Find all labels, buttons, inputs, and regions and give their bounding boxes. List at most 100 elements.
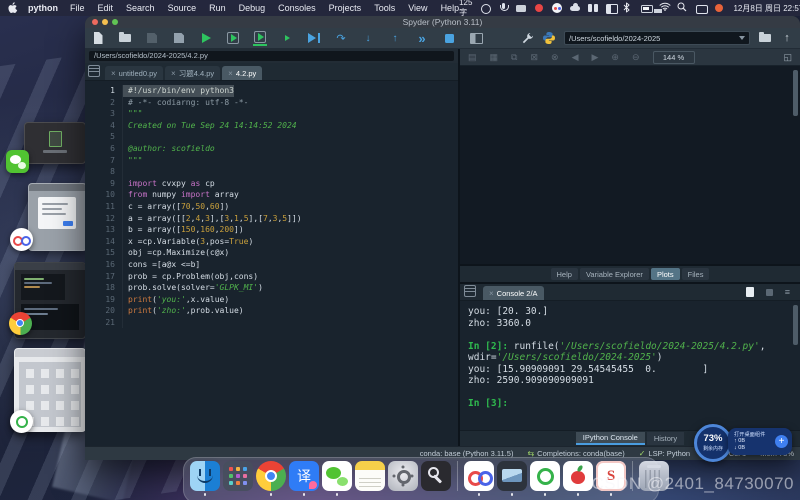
new-file-icon[interactable] <box>91 31 105 45</box>
menu-item-search[interactable]: Search <box>126 3 155 13</box>
copy-plot-icon[interactable]: ⧉ <box>511 53 517 62</box>
close-icon[interactable]: × <box>171 69 176 78</box>
tab-ipython-console[interactable]: IPython Console <box>576 432 645 445</box>
dock-chrome[interactable] <box>256 461 286 496</box>
search-icon[interactable] <box>677 2 690 14</box>
wifi-icon[interactable] <box>659 2 672 14</box>
browse-tabs-icon[interactable] <box>88 65 100 77</box>
menu-item-debug[interactable]: Debug <box>239 3 266 13</box>
dock-keychain[interactable] <box>421 461 451 496</box>
close-icon[interactable]: × <box>111 69 116 78</box>
memory-gauge[interactable]: 73% 剩余内存 <box>694 424 732 462</box>
tab-console-2a[interactable]: × Console 2/A <box>483 286 544 300</box>
bluetooth-icon[interactable] <box>623 2 636 14</box>
dock-apple-red[interactable] <box>563 461 593 496</box>
step-out-icon[interactable] <box>388 31 402 45</box>
menubar-clock[interactable]: 12月8日 周日 22:57 <box>733 3 800 14</box>
menu-item-file[interactable]: File <box>70 3 85 13</box>
menu-item-edit[interactable]: Edit <box>98 3 114 13</box>
step-into-icon[interactable] <box>361 31 375 45</box>
dock-settings[interactable] <box>388 461 418 496</box>
dock-translate[interactable] <box>289 461 319 496</box>
run-cell-icon[interactable] <box>226 31 240 45</box>
wechat-icon[interactable] <box>6 150 29 173</box>
widget-panel[interactable]: 打开桌面组件 ↑ 0B↓ 0B + <box>728 428 792 455</box>
tools-wrench-icon[interactable] <box>520 31 534 45</box>
stop-icon[interactable] <box>442 31 456 45</box>
save-icon[interactable] <box>145 31 159 45</box>
dock-knot[interactable] <box>464 461 494 496</box>
tab-files[interactable]: Files <box>682 268 710 280</box>
dock-screenshot[interactable] <box>497 461 527 496</box>
tab-plots[interactable]: Plots <box>651 268 680 280</box>
parent-directory-icon[interactable] <box>780 31 794 45</box>
next-plot-icon[interactable]: ▶ <box>591 53 598 62</box>
plot-zoom-level[interactable]: 144 % <box>653 51 695 64</box>
run-cell-advance-icon[interactable] <box>253 30 267 46</box>
console-scrollbar[interactable] <box>793 305 798 345</box>
save-all-plots-icon[interactable]: ▦ <box>490 53 499 62</box>
browse-tabs-icon[interactable] <box>464 285 476 297</box>
menu-item-source[interactable]: Source <box>168 3 197 13</box>
battery-icon[interactable] <box>641 2 654 14</box>
apple-menu[interactable] <box>8 2 18 14</box>
dock-launchpad[interactable] <box>223 461 253 496</box>
input-flag-icon[interactable] <box>713 2 726 14</box>
preview-wechat-window[interactable] <box>24 122 86 164</box>
console-options-icon[interactable]: ≡ <box>785 288 790 297</box>
knot-app-icon[interactable] <box>10 228 33 251</box>
menu-item-projects[interactable]: Projects <box>329 3 362 13</box>
knot-icon[interactable] <box>551 2 564 14</box>
keyboard-icon[interactable] <box>515 2 528 14</box>
remove-all-plots-icon[interactable]: ⊗ <box>551 53 559 62</box>
chrome-icon[interactable] <box>9 312 32 335</box>
console-env-icon[interactable] <box>766 289 773 296</box>
menu-item-run[interactable]: Run <box>209 3 226 13</box>
display-icon[interactable] <box>695 2 708 14</box>
zoom-out-icon[interactable]: ⊖ <box>632 53 640 62</box>
browse-directory-icon[interactable] <box>758 31 772 45</box>
interrupt-kernel-icon[interactable] <box>746 287 754 297</box>
dock-finder[interactable] <box>190 461 220 496</box>
tab-history[interactable]: History <box>647 432 684 445</box>
fit-plot-icon[interactable]: ◱ <box>783 53 792 62</box>
menu-item-help[interactable]: Help <box>441 3 460 13</box>
continue-icon[interactable] <box>415 31 429 45</box>
step-over-icon[interactable] <box>334 31 348 45</box>
tab--4-4-py[interactable]: ×习题4.4.py <box>165 66 220 80</box>
dock-green-ring[interactable] <box>530 461 560 496</box>
cloud-icon[interactable] <box>569 2 582 14</box>
working-directory-select[interactable]: /Users/scofieldo/2024-2025 <box>564 31 750 45</box>
save-all-icon[interactable] <box>172 31 186 45</box>
menu-item-view[interactable]: View <box>408 3 427 13</box>
close-icon[interactable]: × <box>489 289 494 298</box>
zoom-in-icon[interactable]: ⊕ <box>611 53 619 62</box>
close-icon[interactable]: × <box>228 69 233 78</box>
code-editor[interactable]: 1#!/usr/bin/env python32# -*- codiarng: … <box>85 81 458 446</box>
tab-untitled0-py[interactable]: ×untitled0.py <box>105 66 163 80</box>
open-file-icon[interactable] <box>118 31 132 45</box>
previous-plot-icon[interactable]: ◀ <box>572 53 579 62</box>
debug-icon[interactable] <box>307 31 321 45</box>
save-plot-icon[interactable]: ▤ <box>468 53 477 62</box>
run-icon[interactable] <box>199 31 213 45</box>
dock-notes[interactable] <box>355 461 385 496</box>
active-app-menu[interactable]: python <box>28 3 58 13</box>
menu-item-consoles[interactable]: Consoles <box>278 3 316 13</box>
tab-help[interactable]: Help <box>551 268 578 280</box>
dock-wechat[interactable] <box>322 461 352 496</box>
run-selection-icon[interactable] <box>280 31 294 45</box>
menu-item-tools[interactable]: Tools <box>374 3 395 13</box>
preview-dialog-window[interactable] <box>28 183 87 251</box>
ipython-console-output[interactable]: you: [20. 30.]zho: 3360.0In [2]: runfile… <box>460 301 800 430</box>
smiley-icon[interactable] <box>479 2 492 14</box>
split-icon[interactable] <box>587 2 600 14</box>
record-icon[interactable] <box>533 2 546 14</box>
widget-plus-button[interactable]: + <box>775 435 788 448</box>
window-icon[interactable] <box>605 2 618 14</box>
green-ring-icon[interactable] <box>10 410 33 433</box>
maximize-pane-icon[interactable] <box>469 31 483 45</box>
tab-variable-explorer[interactable]: Variable Explorer <box>580 268 649 280</box>
mic-icon[interactable] <box>497 2 510 14</box>
remove-plot-icon[interactable]: ⊠ <box>530 53 538 62</box>
